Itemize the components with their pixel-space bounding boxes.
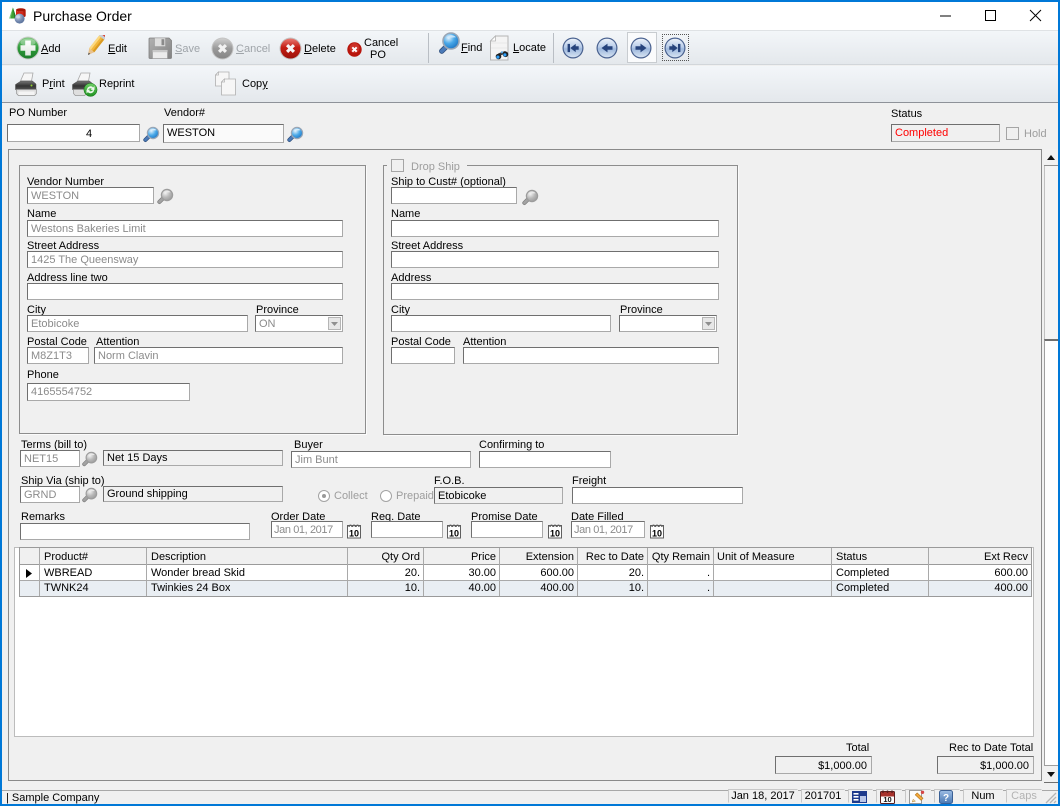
svg-text:10: 10 — [883, 795, 891, 804]
svg-text:10: 10 — [550, 529, 560, 539]
svg-text:10: 10 — [449, 529, 459, 539]
svg-text:?: ? — [943, 793, 949, 804]
svg-text:10: 10 — [652, 529, 662, 539]
svg-text:10: 10 — [349, 529, 359, 539]
